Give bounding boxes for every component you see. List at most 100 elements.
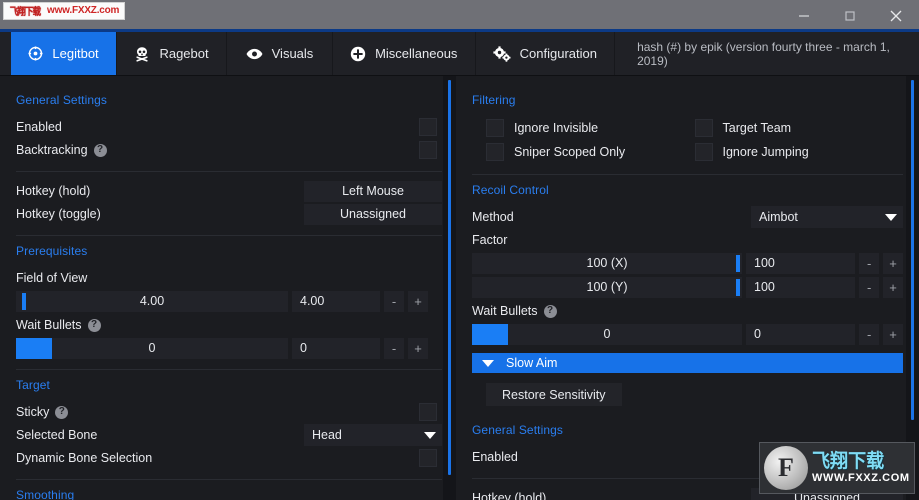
maximize-button[interactable] <box>827 0 873 32</box>
tab-configuration[interactable]: Configuration <box>475 32 616 75</box>
recoil-wait-bullets-decrement-button[interactable]: - <box>859 323 880 345</box>
fov-decrement-button[interactable]: - <box>384 290 404 312</box>
sniper-scoped-only-label: Sniper Scoped Only <box>514 145 626 159</box>
recoil-factor-y-handle[interactable] <box>736 278 741 296</box>
left-panel-scrollbar-thumb[interactable] <box>448 80 451 475</box>
filter-sniper-scoped-only[interactable]: Sniper Scoped Only <box>486 140 695 164</box>
sniper-scoped-only-checkbox[interactable] <box>486 143 504 161</box>
filter-ignore-jumping[interactable]: Ignore Jumping <box>694 140 904 164</box>
row-fov-label: Field of View <box>16 267 442 289</box>
target-team-checkbox[interactable] <box>694 119 713 137</box>
right-general-settings-title: General Settings <box>472 423 563 437</box>
wait-bullets-label: Wait Bullets ? <box>16 318 101 332</box>
wait-bullets-decrement-button[interactable]: - <box>384 337 404 359</box>
ignore-jumping-checkbox[interactable] <box>694 143 713 161</box>
filter-ignore-invisible[interactable]: Ignore Invisible <box>486 116 695 140</box>
row-selected-bone: Selected Bone Head <box>16 424 442 446</box>
recoil-factor-y-decrement-button[interactable]: - <box>859 276 880 298</box>
minimize-button[interactable] <box>781 0 827 32</box>
row-backtracking: Backtracking ? <box>16 139 442 161</box>
recoil-factor-y-row: 100 (Y) 100 - + <box>472 276 904 298</box>
fov-slider[interactable]: 4.00 <box>16 290 288 312</box>
recoil-factor-y-increment-button[interactable]: + <box>883 276 904 298</box>
watermark-bottom-url: WWW.FXXZ.COM <box>812 472 910 484</box>
row-dynamic-bone: Dynamic Bone Selection <box>16 447 442 469</box>
wait-bullets-slider[interactable]: 0 <box>16 337 288 359</box>
recoil-factor-x-handle[interactable] <box>736 254 741 272</box>
recoil-wait-bullets-number-input[interactable]: 0 <box>746 323 856 345</box>
recoil-wait-bullets-row: 0 0 - + <box>472 323 904 345</box>
eye-icon <box>246 47 263 61</box>
slow-aim-section-header[interactable]: Slow Aim <box>472 353 903 373</box>
tab-miscellaneous[interactable]: Miscellaneous <box>332 32 476 75</box>
selected-bone-dropdown[interactable]: Head <box>304 424 442 446</box>
recoil-factor-x-increment-button[interactable]: + <box>883 252 904 274</box>
row-sticky: Sticky ? <box>16 401 442 423</box>
enabled-checkbox[interactable] <box>419 118 437 136</box>
fov-label: Field of View <box>16 271 88 285</box>
filter-target-team[interactable]: Target Team <box>694 116 904 140</box>
chevron-down-icon <box>885 213 897 221</box>
tab-bar: Legitbot Ragebot Visuals Miscellaneous C… <box>0 32 919 76</box>
row-wait-bullets-label: Wait Bullets ? <box>16 314 442 336</box>
dynamic-bone-checkbox[interactable] <box>419 449 437 467</box>
divider <box>16 369 442 370</box>
recoil-wait-bullets-slider[interactable]: 0 <box>472 323 743 345</box>
recoil-wait-bullets-help-icon[interactable]: ? <box>543 304 557 318</box>
hotkey-hold-value[interactable]: Left Mouse <box>304 180 442 202</box>
tab-configuration-label: Configuration <box>519 46 597 61</box>
right-panel-scrollbar-thumb[interactable] <box>911 80 914 420</box>
tab-ragebot[interactable]: Ragebot <box>117 32 227 75</box>
recoil-factor-y-slider[interactable]: 100 (Y) <box>472 276 743 298</box>
watermark-bottom-right: F 飞翔下载 WWW.FXXZ.COM <box>759 442 915 494</box>
skull-icon <box>134 46 150 62</box>
tab-visuals-label: Visuals <box>271 46 314 61</box>
close-button[interactable] <box>873 0 919 32</box>
watermark-top-left-url: www.FXXZ.com <box>47 5 120 16</box>
wait-bullets-number-input[interactable]: 0 <box>292 337 380 359</box>
divider <box>16 479 442 480</box>
fov-number-input[interactable]: 4.00 <box>292 290 380 312</box>
hotkey-toggle-label: Hotkey (toggle) <box>16 207 101 221</box>
tab-legitbot[interactable]: Legitbot <box>11 32 118 75</box>
enabled-label: Enabled <box>16 120 62 134</box>
application-window: 飞翔下载 www.FXXZ.com Legitbot Ragebot Visua… <box>0 0 919 500</box>
target-team-label: Target Team <box>722 121 792 135</box>
recoil-factor-x-decrement-button[interactable]: - <box>859 252 880 274</box>
selected-bone-label: Selected Bone <box>16 428 98 442</box>
recoil-factor-y-number-input[interactable]: 100 <box>746 276 856 298</box>
recoil-wait-bullets-increment-button[interactable]: + <box>883 323 904 345</box>
backtracking-help-icon[interactable]: ? <box>93 143 107 157</box>
sticky-checkbox[interactable] <box>419 403 437 421</box>
row-enabled: Enabled <box>16 116 442 138</box>
recoil-method-dropdown[interactable]: Aimbot <box>751 206 903 228</box>
ignore-jumping-label: Ignore Jumping <box>722 145 809 159</box>
fov-increment-button[interactable]: + <box>408 290 428 312</box>
recoil-factor-x-slider[interactable]: 100 (X) <box>472 252 743 274</box>
recoil-method-label: Method <box>472 210 514 224</box>
tab-visuals[interactable]: Visuals <box>226 32 333 75</box>
filtering-title: Filtering <box>472 93 516 107</box>
restore-sensitivity-button[interactable]: Restore Sensitivity <box>486 383 622 406</box>
fov-slider-row: 4.00 4.00 - + <box>16 290 442 312</box>
right-panel-scrollbar[interactable] <box>906 76 919 500</box>
chevron-down-icon <box>482 359 494 367</box>
backtracking-checkbox[interactable] <box>419 141 437 159</box>
recoil-wait-bullets-label: Wait Bullets ? <box>472 304 557 318</box>
hotkey-toggle-value[interactable]: Unassigned <box>304 203 442 225</box>
wait-bullets-help-icon[interactable]: ? <box>87 318 101 332</box>
selected-bone-value: Head <box>312 428 342 442</box>
watermark-logo-icon: F <box>764 446 808 490</box>
left-panel-scrollbar[interactable] <box>443 76 456 500</box>
wait-bullets-increment-button[interactable]: + <box>408 337 428 359</box>
slow-aim-header-label: Slow Aim <box>506 356 558 370</box>
backtracking-label: Backtracking ? <box>16 143 107 157</box>
recoil-control-title: Recoil Control <box>472 183 549 197</box>
recoil-wait-bullets-label-text: Wait Bullets <box>472 304 538 318</box>
recoil-factor-x-number-input[interactable]: 100 <box>746 252 856 274</box>
fov-slider-handle[interactable] <box>22 292 26 310</box>
ignore-invisible-checkbox[interactable] <box>486 119 504 137</box>
sticky-help-icon[interactable]: ? <box>55 405 69 419</box>
hotkey-hold-label: Hotkey (hold) <box>16 184 91 198</box>
divider <box>472 174 903 175</box>
